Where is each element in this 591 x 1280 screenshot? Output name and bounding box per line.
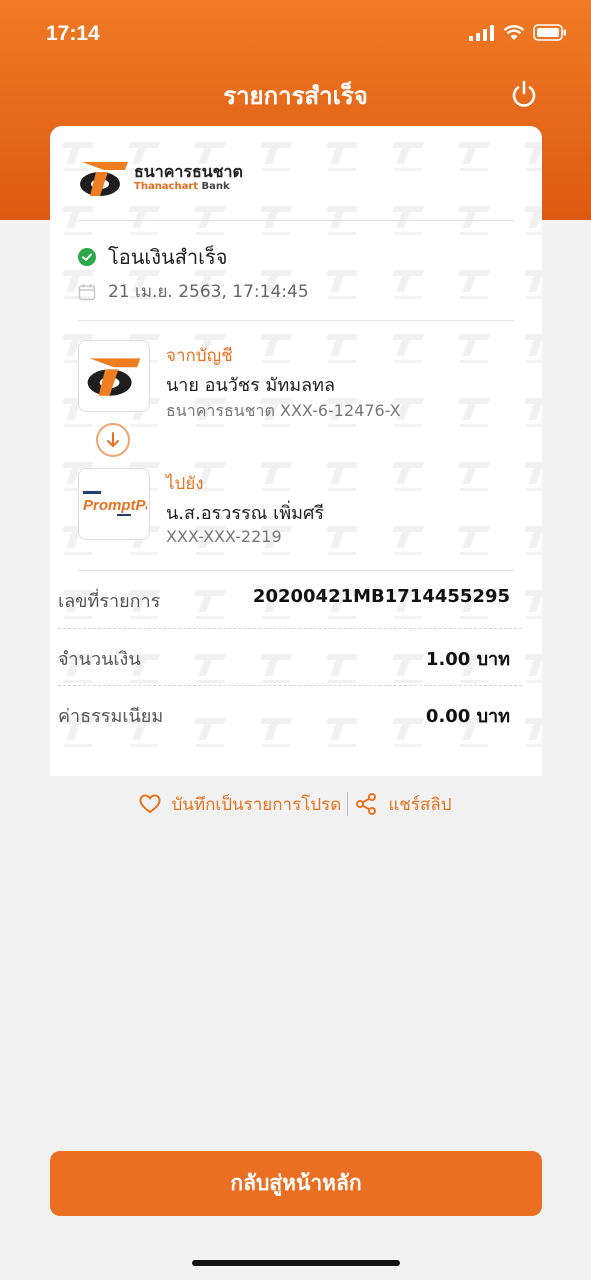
svg-text:PromptPay: PromptPay <box>83 497 147 514</box>
success-status: โอนเงินสำเร็จ <box>78 241 227 273</box>
status-time: 17:14 <box>46 22 100 45</box>
from-account-number: ธนาคารธนชาต XXX-6-12476-X <box>166 401 401 420</box>
dashed-divider <box>58 685 522 686</box>
bank-name-english: Thanachart Bank <box>134 181 230 192</box>
home-indicator <box>192 1260 400 1266</box>
to-promptpay-logo: PromptPay <box>78 468 150 540</box>
action-bar: บันทึกเป็นรายการโปรด แชร์สลิป <box>0 790 591 818</box>
divider <box>78 320 514 321</box>
share-slip-button[interactable]: แชร์สลิป <box>354 791 452 818</box>
action-separator <box>347 792 349 816</box>
heart-icon <box>139 794 161 814</box>
receipt-card: ธนาคารธนชาต Thanachart Bank โอนเงินสำเร็… <box>50 126 542 776</box>
transaction-id-value: 20200421MB1714455295 <box>252 586 510 607</box>
amount-label: จำนวนเงิน <box>58 649 141 670</box>
amount-row: จำนวนเงิน 1.00 บาท <box>58 644 510 674</box>
battery-icon <box>533 24 566 41</box>
thanachart-logo-icon <box>80 162 128 196</box>
power-icon <box>512 80 536 107</box>
back-to-home-button[interactable]: กลับสู่หน้าหลัก <box>50 1151 542 1216</box>
datetime-text: 21 เม.ย. 2563, 17:14:45 <box>108 282 309 302</box>
dashed-divider <box>58 628 522 629</box>
status-icons <box>469 24 567 41</box>
divider <box>78 570 514 571</box>
from-label: จากบัญชี <box>166 346 233 366</box>
arrow-down-icon <box>107 432 119 447</box>
page-title: รายการสำเร็จ <box>223 82 368 110</box>
wifi-icon <box>503 24 525 40</box>
to-account-name: น.ส.อรวรรณ เพิ่มศรี <box>166 503 325 524</box>
transaction-id-row: เลขที่รายการ 20200421MB1714455295 <box>58 586 510 616</box>
transfer-direction <box>96 423 130 457</box>
calendar-icon <box>78 283 96 300</box>
promptpay-logo-icon: PromptPay <box>83 491 147 516</box>
status-bar: 17:14 <box>0 0 591 70</box>
to-account-number: XXX-XXX-2219 <box>166 527 282 546</box>
save-favorite-button[interactable]: บันทึกเป็นรายการโปรด <box>139 791 341 818</box>
logout-button[interactable] <box>509 79 539 109</box>
thanachart-logo-icon <box>87 358 141 396</box>
transaction-datetime: 21 เม.ย. 2563, 17:14:45 <box>78 278 309 305</box>
share-icon <box>356 793 377 815</box>
save-favorite-label: บันทึกเป็นรายการโปรด <box>171 794 342 815</box>
from-bank-logo <box>78 340 150 412</box>
transaction-id-label: เลขที่รายการ <box>58 591 161 612</box>
divider <box>78 220 514 221</box>
fee-row: ค่าธรรมเนียม 0.00 บาท <box>58 701 510 731</box>
success-message: โอนเงินสำเร็จ <box>108 245 228 269</box>
to-label: ไปยัง <box>166 474 204 494</box>
signal-icon <box>469 24 494 41</box>
from-account-name: นาย อนวัชร มัทมลทล <box>166 375 336 396</box>
fee-label: ค่าธรรมเนียม <box>58 706 164 727</box>
receipt-torn-edge <box>50 756 542 774</box>
share-slip-label: แชร์สลิป <box>388 794 452 815</box>
bank-name-thai: ธนาคารธนชาต <box>134 162 243 181</box>
fee-value: 0.00 บาท <box>425 706 510 727</box>
check-circle-icon <box>78 248 96 266</box>
amount-value: 1.00 บาท <box>425 649 510 670</box>
bank-header: ธนาคารธนชาต Thanachart Bank <box>78 156 243 200</box>
